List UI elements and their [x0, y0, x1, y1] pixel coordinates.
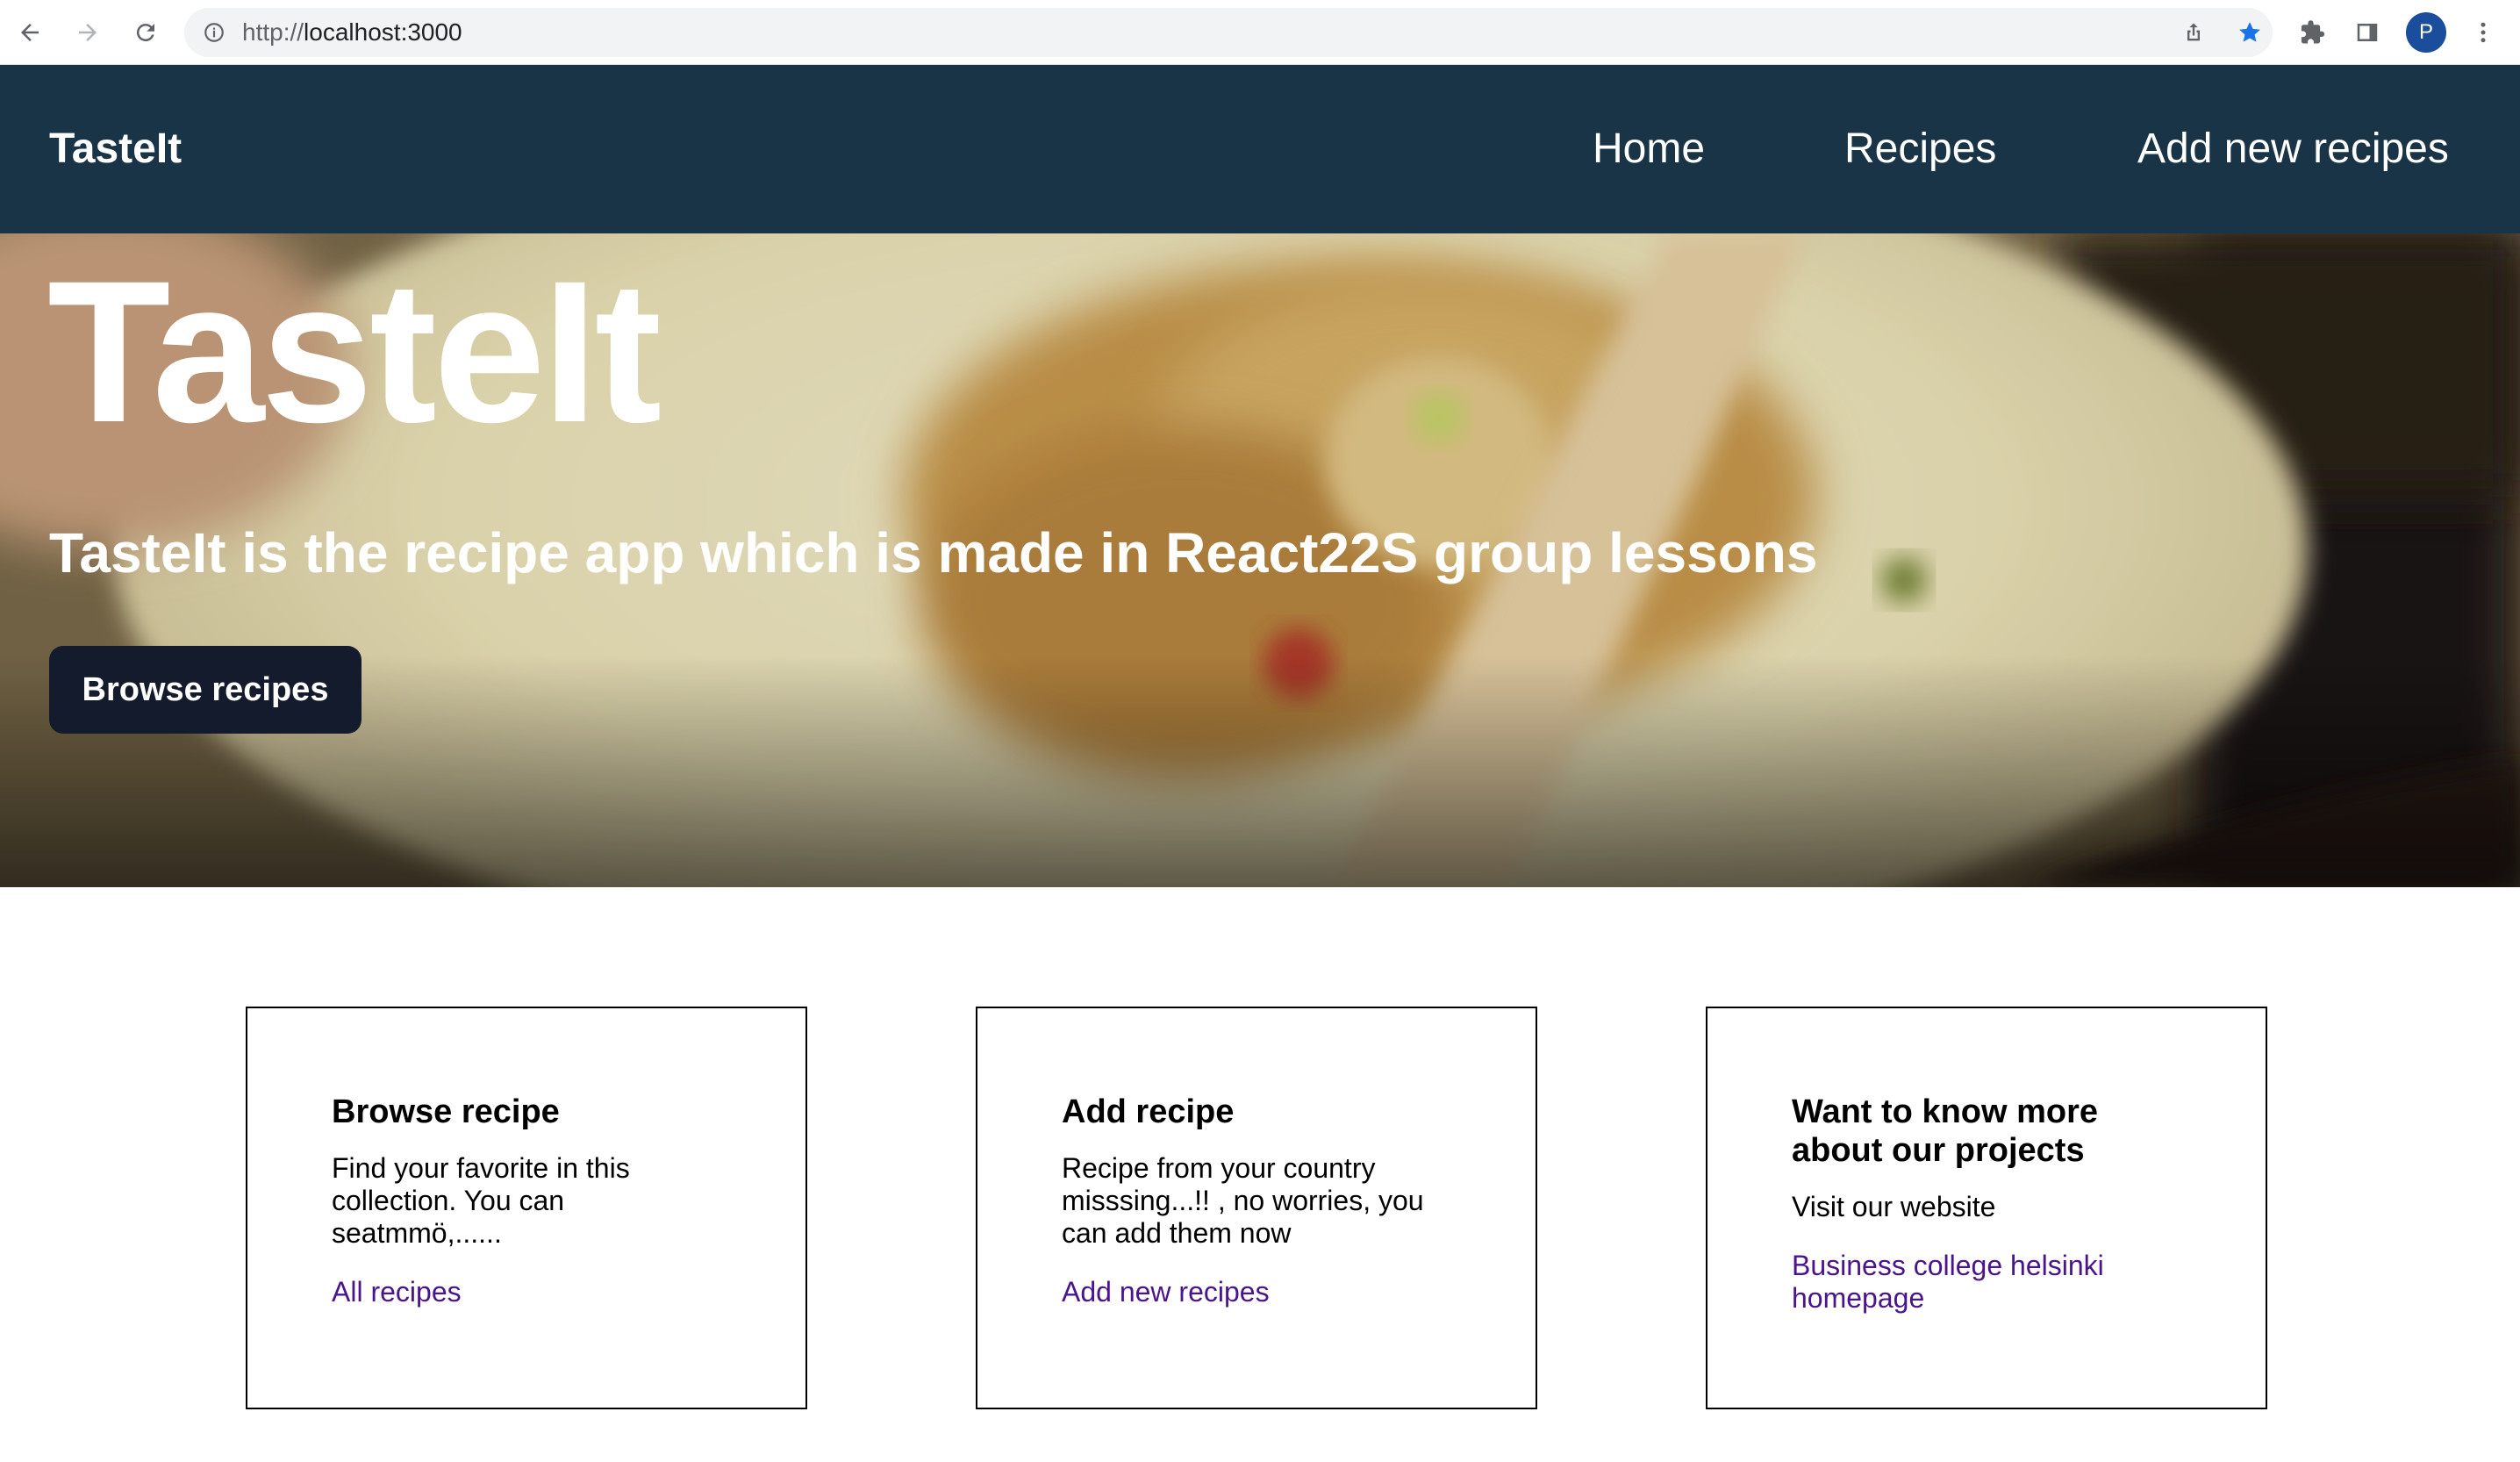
- card-title: Want to know more about our projects: [1792, 1093, 2099, 1169]
- site-navbar: TasteIt Home Recipes Add new recipes: [0, 65, 2520, 233]
- more-vert-icon[interactable]: [2462, 11, 2504, 54]
- browser-toolbar: http://localhost:3000 P: [0, 0, 2520, 65]
- business-college-link[interactable]: Business college helsinki homepage: [1792, 1250, 2181, 1315]
- side-panel-icon[interactable]: [2346, 11, 2388, 54]
- url-text[interactable]: http://localhost:3000: [242, 8, 462, 57]
- nav-link-home[interactable]: Home: [1593, 65, 1705, 233]
- url-scheme: http://: [242, 18, 304, 46]
- card-text: Recipe from your country misssing...!! ,…: [1062, 1152, 1424, 1249]
- url-port: :3000: [400, 18, 462, 46]
- hero-title: TasteIt: [47, 239, 662, 464]
- card-title: Add recipe: [1062, 1093, 1235, 1130]
- back-arrow-icon[interactable]: [9, 11, 51, 54]
- browse-recipes-button[interactable]: Browse recipes: [49, 646, 362, 734]
- card-text: Visit our website: [1792, 1191, 1996, 1222]
- card-title: Browse recipe: [332, 1093, 560, 1130]
- reload-icon[interactable]: [125, 11, 167, 54]
- nav-link-recipes[interactable]: Recipes: [1844, 65, 1996, 233]
- profile-avatar[interactable]: P: [2406, 12, 2446, 53]
- hero-subtitle: TasteIt is the recipe app which is made …: [49, 521, 1818, 584]
- nav-link-add-new-recipes[interactable]: Add new recipes: [2137, 65, 2449, 233]
- address-bar[interactable]: http://localhost:3000: [184, 8, 2273, 57]
- url-host: localhost: [304, 18, 401, 46]
- info-icon[interactable]: [200, 18, 228, 47]
- star-icon[interactable]: [2234, 17, 2266, 48]
- card-add-recipe: Add recipe Recipe from your country miss…: [976, 1007, 1537, 1409]
- share-icon[interactable]: [2178, 17, 2209, 48]
- forward-arrow-icon[interactable]: [67, 11, 109, 54]
- add-new-recipes-link[interactable]: Add new recipes: [1062, 1276, 1451, 1308]
- all-recipes-link[interactable]: All recipes: [332, 1276, 721, 1308]
- brand-logo[interactable]: TasteIt: [49, 65, 182, 233]
- card-projects: Want to know more about our projects Vis…: [1706, 1007, 2267, 1409]
- card-text: Find your favorite in this collection. Y…: [332, 1152, 630, 1249]
- card-browse-recipe: Browse recipe Find your favorite in this…: [246, 1007, 807, 1409]
- hero-section: TasteIt TasteIt is the recipe app which …: [0, 233, 2520, 887]
- extensions-icon[interactable]: [2292, 11, 2334, 54]
